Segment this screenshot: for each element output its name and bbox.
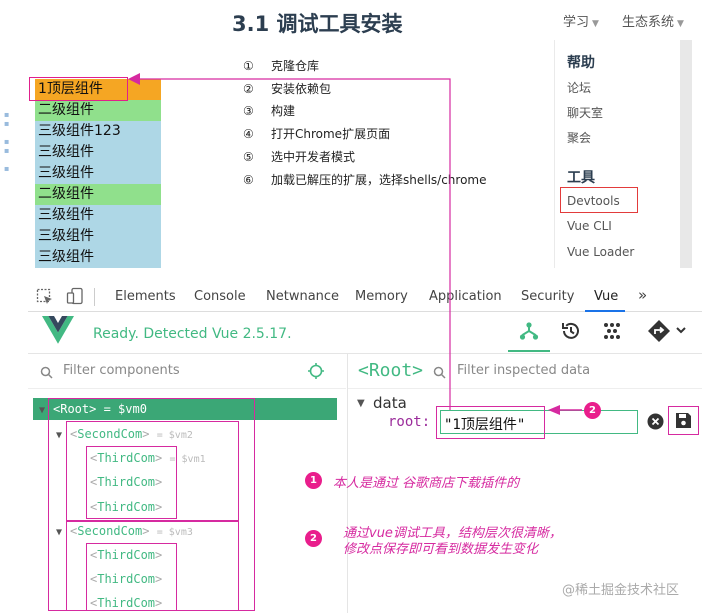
nav-learn[interactable]: 学习 ▼ — [563, 11, 599, 30]
sidebar-link-vue-cli[interactable]: Vue CLI — [567, 219, 612, 233]
components-tree-icon[interactable] — [518, 320, 540, 346]
step-text: 安装依赖包 — [271, 82, 332, 96]
select-component-icon[interactable] — [307, 362, 325, 384]
sidebar-link-forum[interactable]: 论坛 — [567, 79, 591, 96]
nav-ecosystem[interactable]: 生态系统 ▼ — [622, 11, 684, 30]
cancel-edit-icon[interactable] — [647, 413, 664, 434]
demo-third-component: 三级组件 — [35, 163, 161, 184]
page-title: 3.1 调试工具安装 — [232, 12, 403, 36]
sidebar — [554, 40, 694, 268]
annotation-badge: 2 — [305, 530, 322, 547]
vue-status: Ready. Detected Vue 2.5.17. — [93, 326, 292, 342]
decorative-dots: ▪ ▪ ▪ ▪ ▪ — [4, 110, 10, 173]
more-tabs-icon[interactable]: » — [638, 286, 647, 304]
step-item: ① 克隆仓库 — [243, 57, 319, 74]
demo-third-component: 三级组件 — [35, 226, 161, 247]
tab-memory[interactable]: Memory — [355, 289, 408, 304]
annotation-note: 修改点保存即可看到数据发生变化 — [343, 542, 539, 557]
active-tool-indicator — [508, 350, 550, 352]
vuex-icon[interactable] — [601, 320, 623, 346]
tab-console[interactable]: Console — [194, 289, 246, 304]
device-toolbar-icon[interactable] — [66, 287, 84, 309]
expand-arrow-icon[interactable]: ▼ — [357, 398, 365, 409]
filter-components-input[interactable]: Filter components — [63, 363, 180, 378]
step-text: 打开Chrome扩展页面 — [271, 127, 391, 141]
annotation-badge: 1 — [305, 472, 322, 489]
value-highlight-box — [436, 406, 545, 439]
chevron-down-icon: ▼ — [592, 19, 599, 29]
step-text: 选中开发者模式 — [271, 150, 356, 164]
step-number: ⑥ — [243, 173, 254, 187]
search-icon — [433, 364, 446, 383]
data-section-label: data — [373, 394, 407, 412]
nav-ecosystem-label: 生态系统 — [622, 15, 675, 30]
sidebar-link-chat[interactable]: 聊天室 — [567, 104, 603, 121]
step-item: ③ 构建 — [243, 102, 295, 119]
inspected-component: <Root> — [358, 360, 424, 381]
data-key: root: — [388, 414, 431, 430]
step-text: 克隆仓库 — [271, 59, 320, 73]
nav-learn-label: 学习 — [563, 15, 590, 30]
step-number: ② — [243, 82, 254, 96]
watermark: @稀土掘金技术社区 — [562, 583, 680, 598]
vue-logo-icon — [42, 316, 74, 348]
tab-elements[interactable]: Elements — [115, 289, 176, 304]
highlight-third-box-2 — [86, 543, 177, 611]
filter-inspected-input[interactable]: Filter inspected data — [457, 363, 590, 378]
sidebar-link-vue-loader[interactable]: Vue Loader — [567, 245, 634, 259]
demo-third-component: 三级组件 — [35, 142, 161, 163]
demo-third-component: 三级组件 — [35, 247, 161, 268]
history-icon[interactable] — [560, 320, 582, 346]
step-number: ④ — [243, 127, 254, 141]
demo-second-component: 二级组件 — [35, 184, 161, 205]
inspect-element-icon[interactable] — [36, 288, 54, 310]
step-item: ④ 打开Chrome扩展页面 — [243, 125, 390, 142]
filter-divider — [348, 388, 702, 389]
annotation-badge: 2 — [584, 402, 601, 419]
tab-application[interactable]: Application — [429, 289, 502, 304]
step-text: 加载已解压的扩展，选择shells/chrome — [271, 173, 487, 187]
demo-second-component: 二级组件 — [35, 100, 161, 121]
sidebar-help-heading: 帮助 — [567, 55, 595, 71]
demo-third-component: 三级组件 — [35, 205, 161, 226]
step-item: ⑤ 选中开发者模式 — [243, 148, 355, 165]
sidebar-tools-heading: 工具 — [567, 170, 595, 186]
tab-vue[interactable]: Vue — [594, 289, 618, 304]
sidebar-scrollbar[interactable] — [680, 40, 692, 268]
step-number: ① — [243, 59, 254, 73]
step-number: ③ — [243, 104, 254, 118]
save-icon[interactable] — [675, 412, 692, 433]
step-item: ⑥ 加载已解压的扩展，选择shells/chrome — [243, 171, 487, 188]
search-icon — [40, 364, 53, 383]
tab-network[interactable]: Netwnance — [266, 289, 339, 304]
step-item: ② 安装依赖包 — [243, 80, 331, 97]
chevron-down-icon: ▼ — [677, 19, 684, 29]
tab-security[interactable]: Security — [521, 289, 574, 304]
routing-icon[interactable] — [647, 319, 687, 347]
filter-divider — [28, 388, 346, 389]
top-component-outline — [29, 77, 128, 101]
sidebar-link-devtools[interactable]: Devtools — [567, 194, 620, 208]
highlight-third-box-1 — [86, 446, 177, 519]
demo-third-component: 三级组件123 — [35, 121, 161, 142]
sidebar-link-meetups[interactable]: 聚会 — [567, 129, 591, 146]
toolbar-divider — [94, 288, 95, 306]
step-number: ⑤ — [243, 150, 254, 164]
annotation-note: 本人是通过 谷歌商店下载插件的 — [333, 476, 520, 491]
step-text: 构建 — [271, 104, 296, 118]
